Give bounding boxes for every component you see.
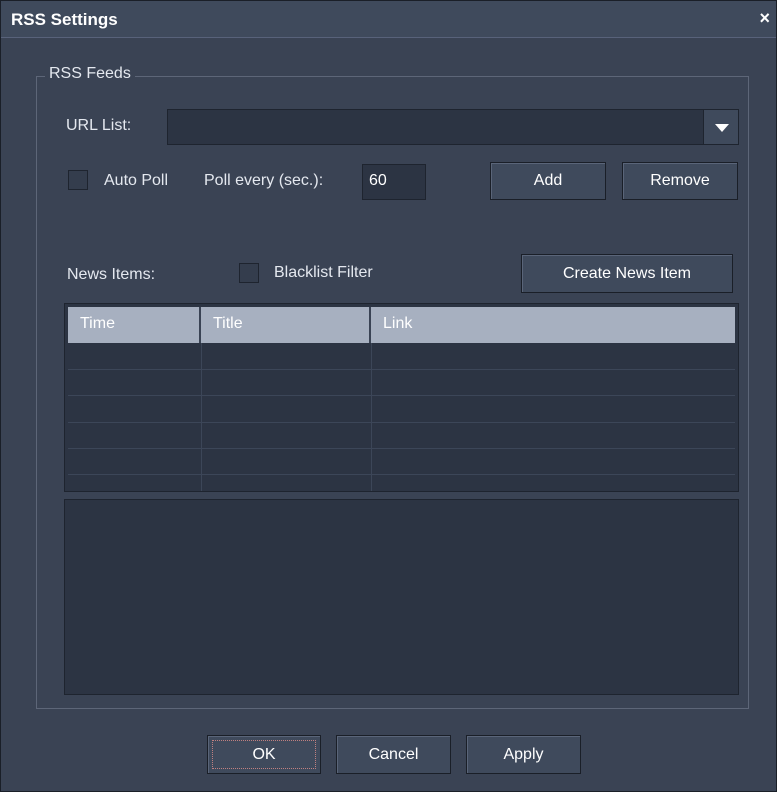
table-column-divider [371,343,372,491]
news-items-table[interactable]: Time Title Link [64,303,739,492]
cancel-button[interactable]: Cancel [336,735,451,774]
chevron-down-icon[interactable] [703,110,738,144]
apply-button[interactable]: Apply [466,735,581,774]
table-row-divider [68,422,735,423]
column-header-title[interactable]: Title [201,307,371,343]
poll-every-label: Poll every (sec.): [204,172,324,189]
news-items-label: News Items: [67,266,156,283]
blacklist-filter-checkbox[interactable] [239,263,259,283]
url-list-combobox[interactable] [167,109,739,145]
url-list-label: URL List: [66,117,132,134]
news-item-detail-panel[interactable] [64,499,739,695]
column-header-time[interactable]: Time [68,307,201,343]
add-button[interactable]: Add [490,162,606,200]
poll-interval-input[interactable]: 60 [362,164,426,200]
auto-poll-checkbox[interactable] [68,170,88,190]
title-bar: RSS Settings × [1,1,776,38]
focus-rectangle [212,740,316,769]
table-row-divider [68,395,735,396]
auto-poll-label: Auto Poll [104,172,169,189]
table-row-divider [68,474,735,475]
column-header-link[interactable]: Link [371,307,735,343]
create-news-item-button[interactable]: Create News Item [521,254,733,293]
rss-settings-dialog: RSS Settings × RSS Feeds URL List: Auto … [0,0,777,792]
news-items-table-header: Time Title Link [68,307,735,343]
ok-button[interactable]: OK [207,735,321,774]
dialog-title: RSS Settings [11,10,118,29]
rss-feeds-group-label: RSS Feeds [45,65,135,83]
close-icon[interactable]: × [759,8,770,29]
remove-button[interactable]: Remove [622,162,738,200]
table-column-divider [201,343,202,491]
table-row-divider [68,448,735,449]
blacklist-filter-label: Blacklist Filter [274,264,373,281]
table-row-divider [68,369,735,370]
